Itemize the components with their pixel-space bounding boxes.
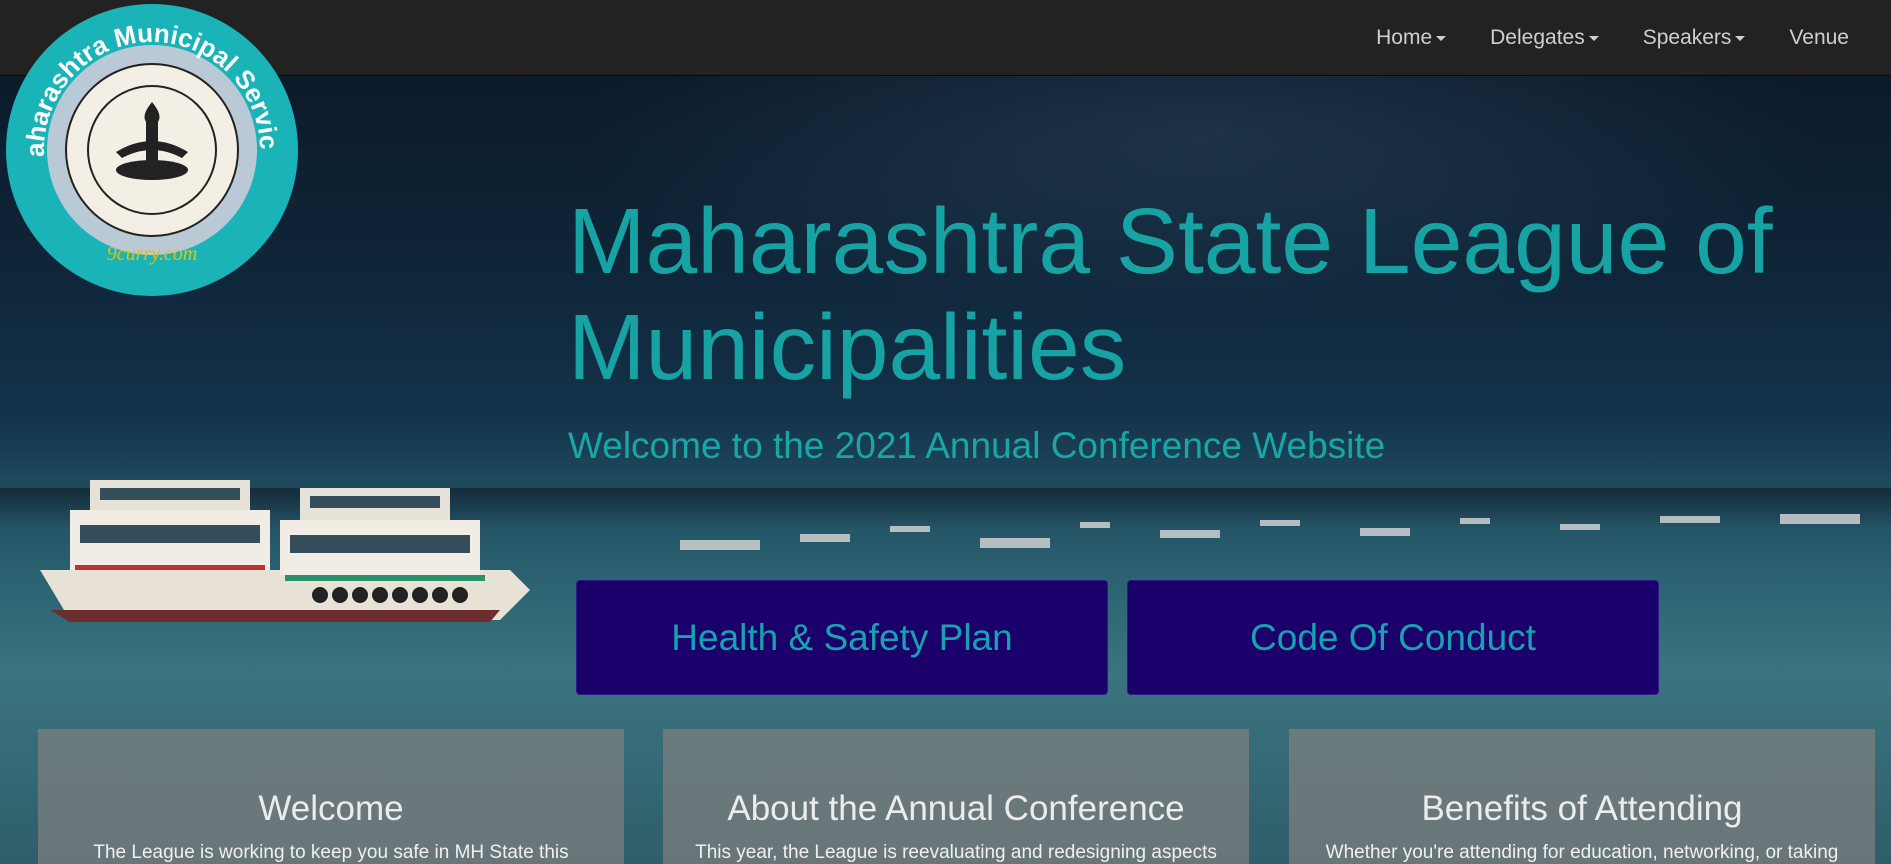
municipal-services-logo[interactable]: Maharashtra Municipal Services 9curry.co… — [4, 2, 300, 298]
nav-item-speakers[interactable]: Speakers — [1621, 0, 1768, 76]
card-title: Welcome — [258, 789, 404, 828]
nav-item-label: Delegates — [1490, 26, 1585, 49]
benefits-card: Benefits of Attending Whether you're att… — [1289, 729, 1875, 864]
caret-down-icon — [1436, 35, 1447, 41]
card-title: Benefits of Attending — [1421, 789, 1743, 828]
page-title: Maharashtra State League of Municipaliti… — [568, 188, 1868, 400]
button-label: Health & Safety Plan — [671, 616, 1013, 658]
nav-item-delegates[interactable]: Delegates — [1468, 0, 1621, 76]
card-title: About the Annual Conference — [727, 789, 1185, 828]
card-text: Whether you're attending for education, … — [1325, 842, 1839, 863]
button-label: Code Of Conduct — [1250, 616, 1536, 658]
health-safety-plan-button[interactable]: Health & Safety Plan — [576, 580, 1108, 695]
card-text: The League is working to keep you safe i… — [93, 842, 569, 863]
nav-item-label: Venue — [1789, 26, 1849, 49]
title-line-2: Municipalities — [568, 295, 1127, 399]
logo-watermark: 9curry.com — [107, 243, 198, 265]
nav-item-home[interactable]: Home — [1354, 0, 1468, 76]
about-conference-card: About the Annual Conference This year, t… — [663, 729, 1249, 864]
page-subtitle: Welcome to the 2021 Annual Conference We… — [568, 425, 1386, 466]
ferry-image — [40, 480, 530, 622]
caret-down-icon — [1735, 35, 1746, 41]
harbor-boats — [680, 514, 1860, 550]
title-line-1: Maharashtra State League of — [568, 189, 1773, 293]
nav-menu: Home Delegates Speakers Venue — [1354, 0, 1871, 76]
nav-item-venue[interactable]: Venue — [1767, 0, 1871, 76]
caret-down-icon — [1588, 35, 1599, 41]
welcome-card: Welcome The League is working to keep yo… — [38, 729, 624, 864]
code-of-conduct-button[interactable]: Code Of Conduct — [1127, 580, 1659, 695]
nav-item-label: Home — [1376, 26, 1433, 49]
card-text: This year, the League is reevaluating an… — [695, 842, 1217, 863]
nav-item-label: Speakers — [1642, 26, 1732, 49]
